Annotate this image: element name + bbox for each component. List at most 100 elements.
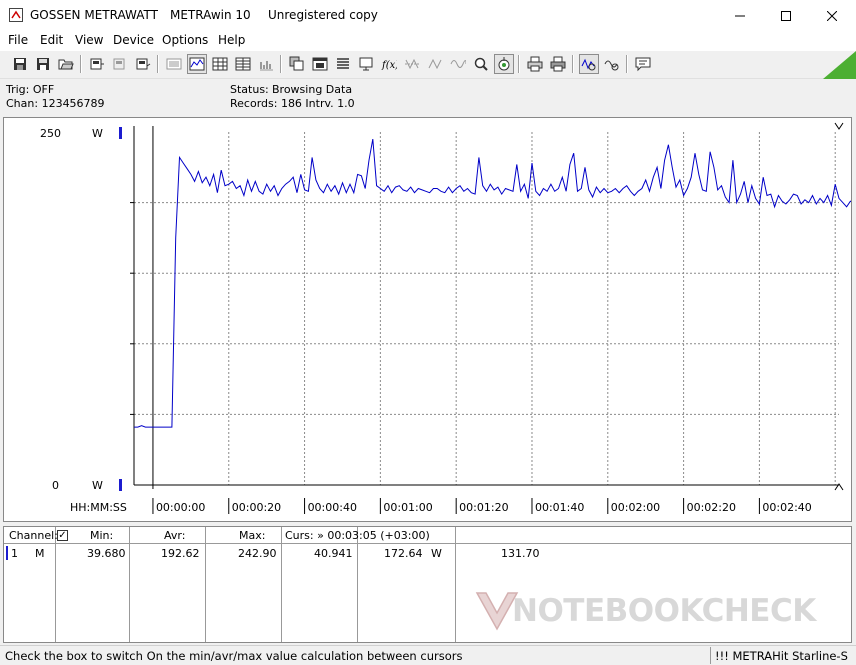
scope-zoom-button[interactable]: [602, 54, 622, 74]
statistics-table: Channel: ✓ Min: Avr: Max: Curs: » 00:03:…: [3, 526, 852, 643]
row-cursor1: 40.941: [314, 547, 353, 560]
toolbar-separator: [80, 55, 82, 73]
graph-panel[interactable]: 00:00:00 00:00:20 00:00:40 00:01:00 00:01:20…: [3, 117, 852, 522]
device-icon: [90, 58, 104, 70]
statusbar-divider: [710, 647, 711, 664]
cursor-end-marker: [834, 122, 844, 130]
tool-zoom-button[interactable]: [471, 54, 491, 74]
device-gray-icon: [113, 58, 125, 70]
minmax-checkbox[interactable]: ✓: [57, 530, 68, 541]
toolbar-separator: [572, 55, 574, 73]
device-arrow-icon: [136, 58, 151, 70]
copy-icon: [289, 56, 304, 71]
status-corner-icon: [823, 51, 856, 79]
minimize-button[interactable]: [717, 0, 763, 31]
title-license: Unregistered copy: [268, 8, 378, 22]
column-divider: [55, 527, 56, 642]
menu-file[interactable]: File: [8, 33, 28, 47]
view-grid-button[interactable]: [210, 54, 230, 74]
view-bars-button[interactable]: [256, 54, 276, 74]
print-button[interactable]: [548, 54, 568, 74]
save-disk-icon: [14, 58, 26, 70]
x-tick-label: 00:01:20: [459, 501, 508, 514]
menu-options[interactable]: Options: [162, 33, 208, 47]
max-header: Max:: [239, 529, 266, 542]
x-tick-label: 00:00:20: [232, 501, 281, 514]
status-panel: Trig: OFF Chan: 123456789 Status: Browsi…: [0, 80, 856, 116]
comment-button[interactable]: [633, 54, 653, 74]
tool-trigger-button[interactable]: [425, 54, 445, 74]
tool-window-button[interactable]: [310, 54, 330, 74]
folder-open-icon: [58, 59, 74, 70]
maximize-icon: [781, 10, 791, 21]
x-tick-label: 00:01:00: [383, 501, 432, 514]
toolbar-separator: [626, 55, 628, 73]
function-icon: f(x): [381, 60, 397, 71]
menu-view[interactable]: View: [75, 33, 103, 47]
power-chart[interactable]: 00:00:00 00:00:20 00:00:40 00:01:00 00:01:20…: [4, 118, 851, 521]
wave-icon: [450, 60, 466, 68]
minimize-icon: [735, 15, 745, 16]
avr-header: Avr:: [164, 529, 186, 542]
toolbar: f(x): [0, 51, 856, 79]
row-channel-number[interactable]: 1: [11, 547, 18, 560]
channel-header: Channel:: [9, 529, 58, 542]
comment-icon: [635, 57, 651, 72]
row-max: 242.90: [238, 547, 277, 560]
status-value: Browsing Data: [272, 83, 353, 96]
view-table-button[interactable]: [233, 54, 253, 74]
target-icon: [498, 57, 510, 71]
save-button[interactable]: [33, 54, 53, 74]
title-bar: GOSSEN METRAWATT METRAwin 10 Unregistere…: [0, 0, 856, 31]
row-min: 39.680: [87, 547, 126, 560]
tool-wave-button[interactable]: [448, 54, 468, 74]
x-tick-label: 00:01:40: [535, 501, 584, 514]
y-scale-marker: [119, 127, 122, 139]
device-send-button[interactable]: [133, 54, 153, 74]
close-icon: [827, 10, 837, 21]
tool-average-button[interactable]: [402, 54, 422, 74]
column-divider: [357, 527, 358, 642]
title-vendor: GOSSEN METRAWATT: [30, 8, 158, 22]
text-view-icon: [166, 58, 182, 70]
menu-help[interactable]: Help: [218, 33, 245, 47]
tool-function-button[interactable]: f(x): [379, 54, 399, 74]
y-bottom-label: 0: [52, 479, 59, 492]
x-tick-label: 00:02:00: [611, 501, 660, 514]
app-icon: [9, 8, 23, 22]
menu-edit[interactable]: Edit: [40, 33, 63, 47]
maximize-button[interactable]: [763, 0, 809, 31]
monitor-icon: [359, 57, 373, 71]
open-button[interactable]: [56, 54, 76, 74]
y-top-label: 250: [40, 127, 61, 140]
save-disk-icon: [37, 58, 49, 70]
print-preview-button[interactable]: [525, 54, 545, 74]
table-header-divider: [4, 543, 851, 544]
trigger-icon: [428, 58, 442, 70]
view-text-button[interactable]: [164, 54, 184, 74]
toolbar-separator: [518, 55, 520, 73]
tool-copy-button[interactable]: [287, 54, 307, 74]
status-bar: Check the box to switch On the min/avr/m…: [0, 645, 856, 665]
device-setup-button[interactable]: [110, 54, 130, 74]
close-button[interactable]: [809, 0, 855, 31]
zoom-icon: [474, 57, 488, 71]
device-status: !!! METRAHit Starline-S: [715, 649, 848, 663]
cursor-header: Curs: » 00:03:05 (+03:00): [285, 529, 430, 542]
tool-list-button[interactable]: [333, 54, 353, 74]
watermark: NOTEBOOKCHECK: [512, 593, 816, 629]
tool-monitor-button[interactable]: [356, 54, 376, 74]
device-read-button[interactable]: [87, 54, 107, 74]
row-cursor-diff: 131.70: [501, 547, 540, 560]
column-divider: [281, 527, 282, 642]
view-graph-button[interactable]: [187, 54, 207, 74]
scope-icon: [581, 58, 596, 71]
y-unit-label: W: [92, 127, 103, 140]
new-button[interactable]: [10, 54, 30, 74]
column-divider: [455, 527, 456, 642]
trigger-status: Trig: OFF: [6, 83, 55, 96]
tool-target-button[interactable]: [494, 54, 514, 74]
scope-button[interactable]: [579, 54, 599, 74]
menu-device[interactable]: Device: [113, 33, 154, 47]
bar-chart-icon: [260, 61, 273, 71]
